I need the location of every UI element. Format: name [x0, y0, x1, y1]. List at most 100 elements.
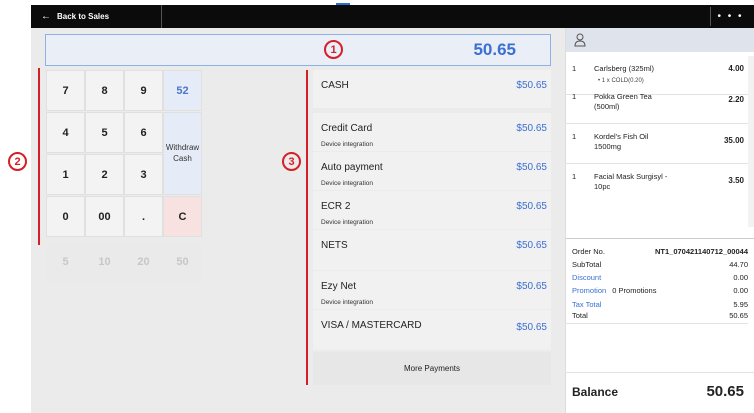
promotion-count: 0 Promotions [612, 286, 657, 295]
cart-scrollbar[interactable] [748, 56, 754, 227]
balance-row: Balance 50.65 [566, 372, 754, 413]
key-clear[interactable]: C [163, 196, 202, 237]
payment-name: Ezy Net [321, 281, 357, 292]
summary-divider [566, 238, 754, 239]
cart-line-item[interactable]: 1 Kordel's Fish Oil 1500mg 35.00 [566, 124, 748, 164]
payment-amount: $50.65 [516, 281, 547, 292]
annotation-line-2 [38, 68, 40, 245]
total-label: Total [572, 311, 588, 320]
promotion-row[interactable]: Promotion 0 Promotions 0.00 [572, 286, 748, 295]
payment-name: VISA / MASTERCARD [321, 320, 422, 331]
balance-label: Balance [572, 385, 619, 399]
top-bar: ← Back to Sales • • • [31, 5, 754, 28]
back-arrow-icon: ← [41, 10, 51, 22]
item-price: 35.00 [723, 136, 744, 145]
discount-label[interactable]: Discount [572, 273, 601, 282]
key-5[interactable]: 5 [85, 112, 124, 153]
item-qty: 1 [572, 64, 577, 73]
withdraw-cash-button[interactable]: Withdraw Cash [163, 112, 202, 195]
key-decimal[interactable]: . [124, 196, 163, 237]
balance-value: 50.65 [706, 383, 744, 400]
payment-method-nets[interactable]: NETS $50.65 [313, 230, 551, 270]
payment-subtitle: Device integration [321, 141, 374, 148]
key-7[interactable]: 7 [46, 70, 85, 111]
more-payments-button[interactable]: More Payments [313, 352, 551, 385]
item-price: 4.00 [728, 64, 744, 73]
back-to-sales-label: Back to Sales [57, 12, 110, 21]
back-to-sales-button[interactable]: ← Back to Sales [41, 5, 161, 28]
amount-display: 50.65 [45, 34, 551, 66]
key-4[interactable]: 4 [46, 112, 85, 153]
payment-amount: $50.65 [516, 201, 547, 212]
annotation-line-3 [306, 70, 308, 385]
summary-bottom-divider [566, 323, 748, 324]
item-name: Facial Mask Surgisyl - 10pc [594, 172, 668, 192]
payment-method-ecr-2[interactable]: ECR 2 $50.65 Device integration [313, 191, 551, 229]
subtotal-label: SubTotal [572, 260, 602, 269]
more-dots-icon: • • • [717, 11, 744, 22]
tax-total-label[interactable]: Tax Total [572, 300, 601, 309]
total-value: 50.65 [729, 311, 748, 320]
subtotal-row: SubTotal 44.70 [572, 260, 748, 269]
topbar-accent [336, 3, 350, 5]
payment-name: Credit Card [321, 123, 373, 134]
key-3[interactable]: 3 [124, 154, 163, 195]
payment-name: Auto payment [321, 162, 383, 173]
payment-amount: $50.65 [516, 322, 547, 333]
payment-subtitle: Device integration [321, 299, 374, 306]
promotion-value: 0.00 [733, 286, 748, 295]
payment-method-ezy-net[interactable]: Ezy Net $50.65 Device integration [313, 271, 551, 309]
key-2[interactable]: 2 [85, 154, 124, 195]
item-name: Carlsberg (325ml) [594, 64, 655, 73]
annotation-badge-3: 3 [282, 152, 301, 171]
quick-amount-20[interactable]: 20 [124, 242, 163, 282]
key-1[interactable]: 1 [46, 154, 85, 195]
payment-amount: $50.65 [516, 240, 547, 251]
promotion-label[interactable]: Promotion [572, 286, 606, 295]
order-number-value: NT1_070421140712_00044 [654, 247, 748, 256]
payment-name: NETS [321, 240, 348, 251]
payment-subtitle: Device integration [321, 180, 374, 187]
payment-amount: $50.65 [516, 162, 547, 173]
key-8[interactable]: 8 [85, 70, 124, 111]
cart-panel: 1 Carlsberg (325ml) 4.00 • 1 x COLD(0.20… [565, 28, 754, 413]
key-00[interactable]: 00 [85, 196, 124, 237]
payment-amount: $50.65 [516, 123, 547, 134]
key-9[interactable]: 9 [124, 70, 163, 111]
cart-line-item[interactable]: 1 Pokka Green Tea (500ml) 2.20 [566, 86, 748, 124]
item-price: 3.50 [728, 176, 744, 185]
payment-method-visa-mastercard[interactable]: VISA / MASTERCARD $50.65 [313, 310, 551, 350]
amount-value: 50.65 [473, 40, 516, 59]
tax-total-value: 5.95 [733, 300, 748, 309]
user-icon [574, 33, 586, 47]
quick-amount-50[interactable]: 50 [163, 242, 202, 282]
customer-header[interactable] [566, 28, 754, 52]
payment-amount: $50.65 [516, 80, 547, 91]
order-number-row: Order No. NT1_070421140712_00044 [572, 247, 748, 256]
cart-line-item[interactable]: 1 Facial Mask Surgisyl - 10pc 3.50 [566, 164, 748, 200]
discount-row[interactable]: Discount 0.00 [572, 273, 748, 282]
item-name: Pokka Green Tea (500ml) [594, 92, 652, 112]
item-name: Kordel's Fish Oil 1500mg [594, 132, 649, 152]
item-price: 2.20 [728, 95, 744, 104]
item-modifier: • 1 x COLD(0.20) [598, 78, 644, 84]
more-options-button[interactable]: • • • [710, 7, 750, 26]
key-6[interactable]: 6 [124, 112, 163, 153]
payment-method-auto-payment[interactable]: Auto payment $50.65 Device integration [313, 152, 551, 190]
payment-subtitle: Device integration [321, 219, 374, 226]
item-qty: 1 [572, 92, 577, 101]
payment-method-cash[interactable]: CASH $50.65 [313, 70, 551, 108]
quick-amount-10[interactable]: 10 [85, 242, 124, 282]
order-number-label: Order No. [572, 247, 605, 256]
tax-total-row[interactable]: Tax Total 5.95 [572, 300, 748, 309]
topbar-divider [161, 5, 162, 28]
discount-value: 0.00 [733, 273, 748, 282]
total-row: Total 50.65 [572, 311, 748, 320]
key-exact-52[interactable]: 52 [163, 70, 202, 111]
quick-amount-5[interactable]: 5 [46, 242, 85, 282]
payment-name: CASH [321, 80, 349, 91]
annotation-badge-1: 1 [324, 40, 343, 59]
item-qty: 1 [572, 172, 577, 181]
key-0[interactable]: 0 [46, 196, 85, 237]
payment-method-credit-card[interactable]: Credit Card $50.65 Device integration [313, 113, 551, 151]
